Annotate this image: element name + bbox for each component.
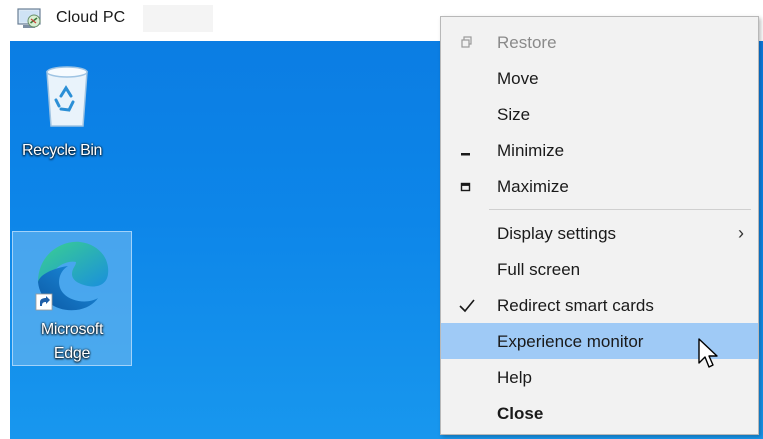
- recycle-bin-label: Recycle Bin: [21, 142, 103, 159]
- mouse-pointer-icon: [698, 338, 718, 368]
- menu-item-label: Experience monitor: [497, 332, 644, 351]
- edge-label-line2: Edge: [53, 345, 91, 362]
- menu-item-label: Restore: [497, 33, 557, 52]
- microsoft-edge-icon: [35, 241, 109, 311]
- redacted-title-area: [143, 5, 213, 32]
- menu-item-move[interactable]: Move: [441, 60, 758, 96]
- menu-item-display-settings[interactable]: Display settings ›: [441, 215, 758, 251]
- chevron-right-icon: ›: [738, 223, 744, 243]
- menu-item-label: Display settings: [497, 224, 617, 243]
- microsoft-edge-label: Microsoft Edge: [14, 318, 130, 366]
- checkmark-icon: [459, 299, 475, 313]
- menu-item-label: Minimize: [497, 141, 565, 160]
- menu-item-label: Size: [497, 105, 531, 124]
- menu-item-label: Maximize: [497, 177, 569, 196]
- menu-separator: [489, 209, 751, 210]
- cloud-pc-app-icon[interactable]: [17, 8, 43, 30]
- restore-icon: [461, 36, 472, 48]
- menu-item-label: Help: [497, 368, 532, 387]
- menu-item-maximize[interactable]: Maximize: [441, 168, 758, 204]
- menu-item-label: Move: [497, 69, 539, 88]
- recycle-bin-icon: [46, 66, 88, 127]
- minimize-icon: [461, 153, 470, 156]
- maximize-icon: [460, 182, 471, 192]
- menu-item-redirect-smart-cards[interactable]: Redirect smart cards: [441, 287, 758, 323]
- menu-item-label: Redirect smart cards: [497, 296, 654, 315]
- menu-item-minimize[interactable]: Minimize: [441, 132, 758, 168]
- window-title: Cloud PC: [56, 9, 126, 26]
- edge-label-line1: Microsoft: [40, 321, 104, 338]
- menu-item-full-screen[interactable]: Full screen: [441, 251, 758, 287]
- menu-item-close[interactable]: Close: [441, 395, 758, 431]
- menu-item-label: Full screen: [497, 260, 581, 279]
- menu-item-label: Close: [497, 404, 544, 423]
- menu-item-restore[interactable]: Restore: [441, 24, 758, 60]
- menu-item-size[interactable]: Size: [441, 96, 758, 132]
